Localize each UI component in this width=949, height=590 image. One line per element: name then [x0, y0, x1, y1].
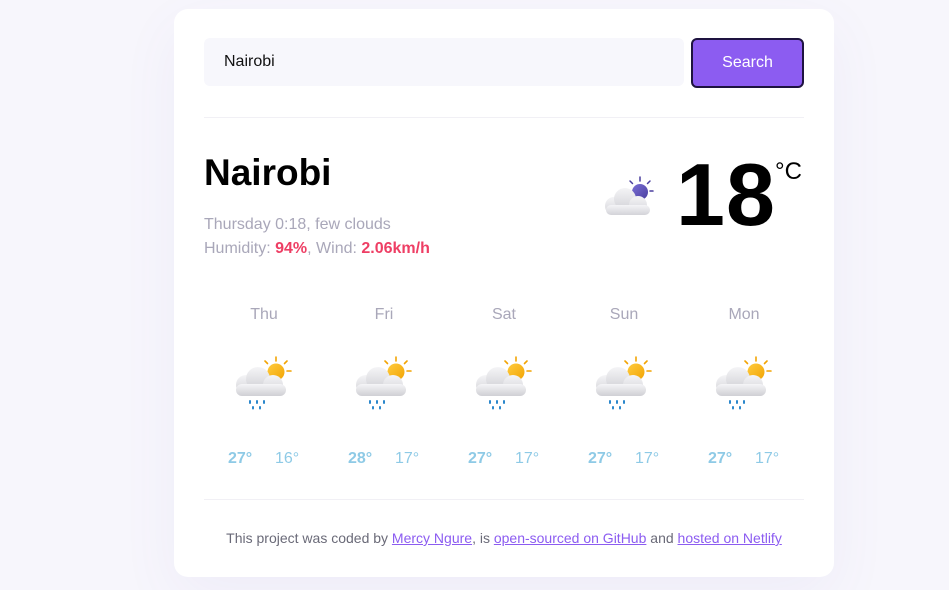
forecast-max-temp: 27°: [708, 450, 733, 467]
forecast-max-temp: 27°: [468, 450, 493, 467]
rain-sun-cloud-icon: [232, 355, 296, 417]
current-datetime: Thursday 0:18: [204, 216, 307, 233]
footer-text: and: [646, 530, 678, 546]
rain-sun-cloud-icon: [592, 355, 656, 417]
github-link[interactable]: open-sourced on GitHub: [494, 530, 647, 546]
temperature-unit[interactable]: °C: [775, 159, 802, 185]
current-temperature: 18: [676, 145, 776, 244]
weather-description: few clouds: [315, 216, 391, 233]
rain-sun-cloud-icon: [472, 355, 536, 417]
forecast-day-name: Mon: [728, 306, 760, 323]
date-description-line: Thursday 0:18, few clouds: [204, 213, 430, 237]
wind-label: , Wind:: [307, 240, 362, 257]
weather-card: Search Nairobi Thursday 0:18, few clouds…: [174, 9, 834, 577]
details-separator: ,: [306, 216, 316, 233]
forecast-min-temp: 17°: [395, 450, 420, 467]
forecast-max-temp: 27°: [228, 450, 253, 467]
footer-text: This project was coded by: [226, 530, 392, 546]
forecast-day: Thu 27° 16°: [204, 305, 324, 475]
forecast-day: Fri 28° 17°: [324, 305, 444, 475]
search-form: Search: [204, 38, 804, 88]
few-clouds-night-icon: [605, 176, 654, 215]
forecast-day-name: Sat: [491, 306, 516, 323]
divider: [204, 499, 804, 500]
footer: This project was coded by Mercy Ngure, i…: [174, 528, 834, 548]
forecast-day: Mon 27° 17°: [684, 305, 804, 475]
forecast-day: Sun 27° 17°: [564, 305, 684, 475]
forecast-day-name: Sun: [609, 306, 639, 323]
footer-text: , is: [472, 530, 494, 546]
netlify-link[interactable]: hosted on Netlify: [678, 530, 782, 546]
humidity-wind-line: Humidity: 94%, Wind: 2.06km/h: [204, 237, 430, 261]
forecast-min-temp: 17°: [755, 450, 780, 467]
forecast-day-name: Fri: [374, 306, 394, 323]
search-input[interactable]: [204, 38, 684, 86]
author-link[interactable]: Mercy Ngure: [392, 530, 472, 546]
forecast-day-name: Thu: [250, 306, 278, 323]
divider: [204, 117, 804, 118]
forecast-max-temp: 28°: [348, 450, 373, 467]
forecast-min-temp: 17°: [635, 450, 660, 467]
wind-value: 2.06km/h: [361, 240, 430, 257]
forecast-day: Sat 27° 17°: [444, 305, 564, 475]
forecast-min-temp: 17°: [515, 450, 540, 467]
humidity-value: 94%: [275, 240, 308, 257]
forecast-max-temp: 27°: [588, 450, 613, 467]
city-name: Nairobi: [204, 152, 332, 193]
rain-sun-cloud-icon: [712, 355, 776, 417]
humidity-label: Humidity:: [204, 240, 276, 257]
search-button[interactable]: Search: [691, 38, 804, 88]
forecast-min-temp: 16°: [275, 450, 300, 467]
rain-sun-cloud-icon: [352, 355, 416, 417]
current-details: Thursday 0:18, few clouds Humidity: 94%,…: [204, 213, 430, 261]
